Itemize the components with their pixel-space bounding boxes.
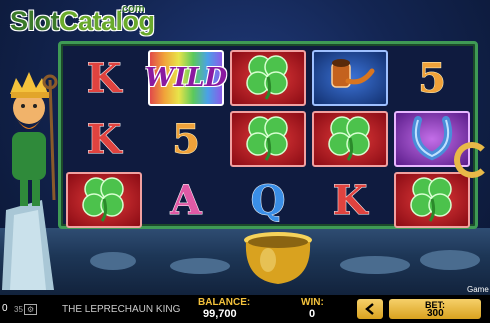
reel-symbol: K — [66, 111, 142, 167]
symbol-letter: A — [170, 176, 202, 224]
symbol-letter: K — [86, 54, 122, 102]
reel-2: WILD 5 A — [144, 48, 228, 228]
rock — [170, 258, 230, 274]
clover-icon — [404, 173, 460, 228]
watermark-part1: Slot — [10, 6, 60, 36]
game-title: THE LEPRECHAUN KING — [62, 304, 181, 315]
symbol-letter: K — [86, 115, 122, 163]
pipe-icon — [322, 51, 378, 106]
reel-symbol: Q — [230, 172, 306, 228]
symbol-letter: 5 — [172, 115, 201, 163]
clover-icon — [76, 173, 132, 228]
spin-arrow-icon[interactable] — [454, 142, 490, 178]
horseshoe-icon — [404, 112, 460, 167]
symbol-letter: K — [332, 176, 368, 224]
settings-icon[interactable]: ⚙ — [24, 304, 38, 315]
reel-symbol: 5 — [394, 50, 470, 106]
reel-symbol: A — [148, 172, 224, 228]
wild-symbol: WILD — [144, 63, 228, 93]
reel-4: K — [309, 48, 389, 226]
reel-symbol — [312, 111, 388, 167]
bet-decrease-button[interactable] — [357, 299, 383, 319]
rock — [340, 256, 410, 274]
reel-frame: K K WILD 5 A Q K 5 — [58, 41, 478, 229]
symbol-letter: 5 — [418, 54, 447, 102]
game-label: Game — [467, 285, 489, 294]
rock — [420, 250, 480, 270]
clover-icon — [240, 112, 296, 167]
reel-symbol: K — [312, 172, 388, 228]
reel-3: Q — [227, 48, 307, 226]
reel-5: 5 — [391, 48, 471, 228]
rock — [90, 252, 136, 270]
balance-label: BALANCE: — [198, 297, 251, 308]
bet-box[interactable]: BET: 300 — [389, 299, 481, 319]
small-value: 35 — [14, 305, 23, 314]
reel-symbol: WILD — [144, 50, 228, 106]
reel-symbol: 5 — [148, 111, 224, 167]
chevron-left-icon — [365, 303, 374, 315]
balance-value: 99,700 — [203, 308, 237, 320]
reel-symbol — [230, 111, 306, 167]
win-label: WIN: — [301, 297, 324, 308]
reel-1: KK — [63, 48, 143, 228]
win-value: 0 — [309, 308, 316, 320]
corner-value: 0 — [2, 303, 8, 314]
watermark-suffix: .com — [119, 3, 145, 15]
reel-symbol — [394, 172, 470, 228]
leprechaun-character — [2, 72, 58, 290]
reel-symbol — [312, 50, 388, 106]
reel-symbol: K — [66, 50, 142, 106]
reel-symbol — [66, 172, 142, 228]
pot-of-gold — [244, 232, 312, 284]
clover-icon — [322, 112, 378, 167]
bet-value: 300 — [427, 308, 444, 319]
symbol-letter: Q — [250, 176, 286, 224]
clover-icon — [240, 51, 296, 106]
reel-symbol — [230, 50, 306, 106]
